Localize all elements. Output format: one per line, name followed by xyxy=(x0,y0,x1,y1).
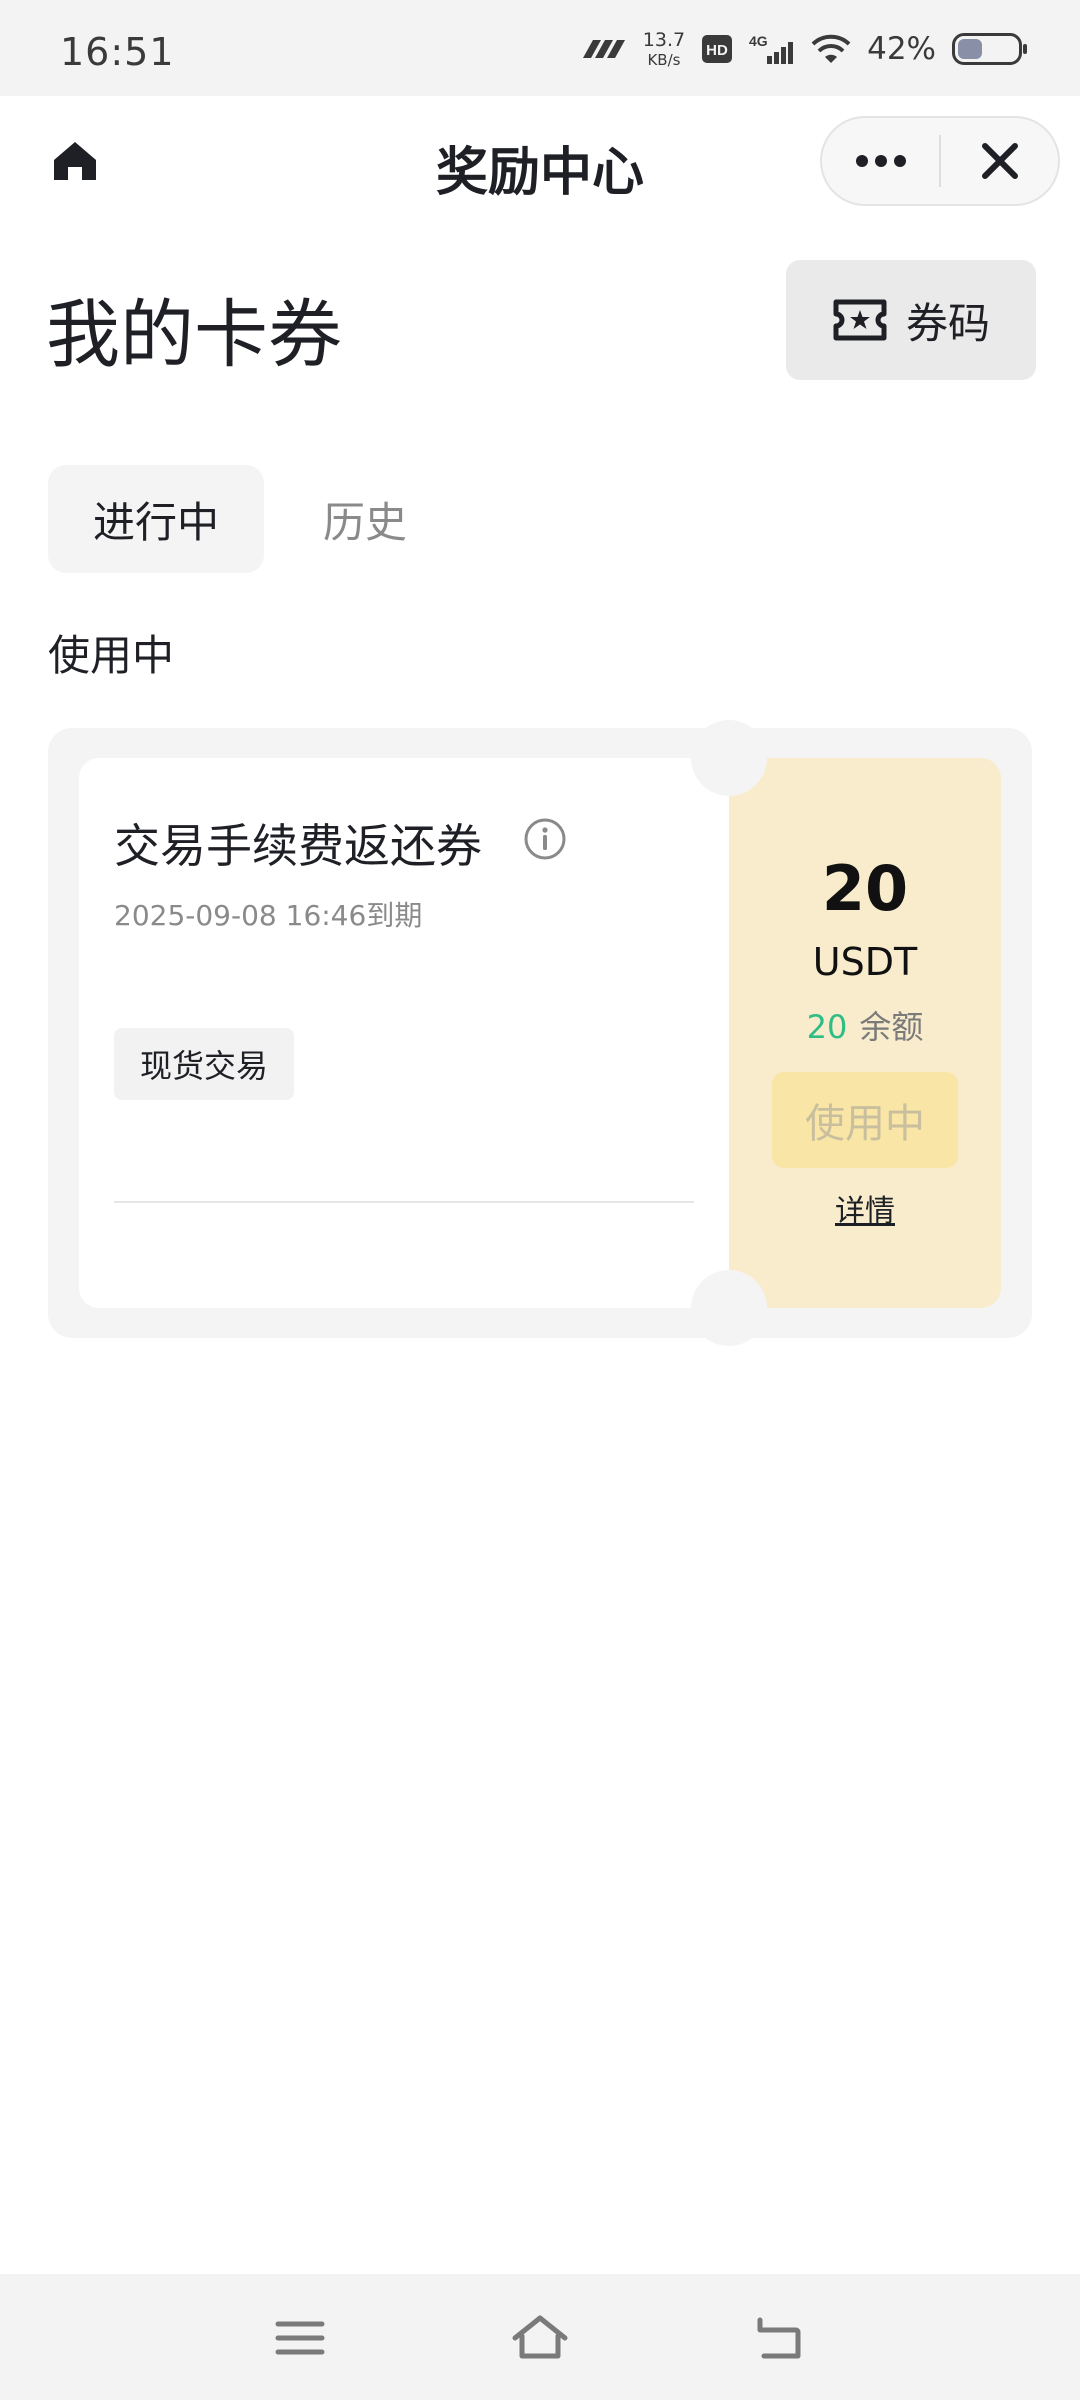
coupon-code-label: 券码 xyxy=(905,298,990,348)
cellular-signal-icon: 4G xyxy=(749,33,794,64)
menu-icon xyxy=(275,2321,325,2355)
coupon-divider xyxy=(114,1201,694,1203)
more-icon xyxy=(855,155,906,167)
battery-percent: 42% xyxy=(867,31,936,67)
nav-bar: 奖励中心 xyxy=(0,96,1080,226)
coupon-code-button[interactable]: 券码 xyxy=(786,260,1036,380)
status-time: 16:51 xyxy=(60,30,175,74)
net-speed-unit: KB/s xyxy=(647,50,681,69)
system-menu-button[interactable] xyxy=(270,2312,330,2364)
in-use-button[interactable]: 使用中 xyxy=(772,1072,958,1168)
close-button[interactable] xyxy=(941,118,1058,204)
status-icons: 13.7 KB/s HD 4G 42% xyxy=(579,26,1027,72)
capsule-menu xyxy=(820,116,1060,206)
section-in-use-label: 使用中 xyxy=(48,631,175,680)
network-label: 4G xyxy=(749,33,768,49)
system-nav-bar xyxy=(0,2274,1080,2400)
battery-fill xyxy=(958,39,983,59)
tab-history[interactable]: 历史 xyxy=(300,465,430,573)
info-icon xyxy=(524,818,566,860)
vibrate-icon xyxy=(582,40,625,58)
battery-icon xyxy=(952,33,1027,65)
coupon-scope-tag: 现货交易 xyxy=(114,1028,295,1100)
tab-ongoing[interactable]: 进行中 xyxy=(48,465,264,573)
close-icon xyxy=(981,143,1018,179)
system-back-button[interactable] xyxy=(750,2312,810,2364)
net-speed: 13.7 KB/s xyxy=(642,28,686,69)
hd-label: HD xyxy=(706,42,728,59)
coupon-balance-label: 余额 xyxy=(859,1008,924,1046)
page-title: 我的卡券 xyxy=(46,292,342,378)
wifi-icon xyxy=(811,34,851,63)
status-bar: 16:51 13.7 KB/s HD 4G 42% xyxy=(0,0,1080,96)
coupon-balance: 20 余额 xyxy=(729,1002,1001,1048)
coupon-amount: 20 xyxy=(821,852,909,925)
info-button[interactable] xyxy=(522,816,568,862)
details-link-text[interactable]: 详情 xyxy=(835,1194,895,1229)
ticket-notch-top xyxy=(691,720,767,796)
ticket-icon xyxy=(833,299,887,341)
system-home-button[interactable] xyxy=(510,2312,570,2364)
coupon-expiry: 2025-09-08 16:46到期 xyxy=(114,899,423,932)
coupon-balance-value: 20 xyxy=(806,1008,848,1046)
ticket-notch-bottom xyxy=(691,1270,767,1346)
more-button[interactable] xyxy=(822,118,939,204)
details-link[interactable]: 详情 xyxy=(729,1186,1001,1230)
hd-icon: HD xyxy=(702,35,733,63)
coupon-currency: USDT xyxy=(812,940,918,984)
coupon-title: 交易手续费返还券 xyxy=(114,819,482,873)
net-speed-value: 13.7 xyxy=(642,28,686,51)
home-outline-icon xyxy=(512,2315,568,2359)
back-icon xyxy=(757,2317,801,2359)
